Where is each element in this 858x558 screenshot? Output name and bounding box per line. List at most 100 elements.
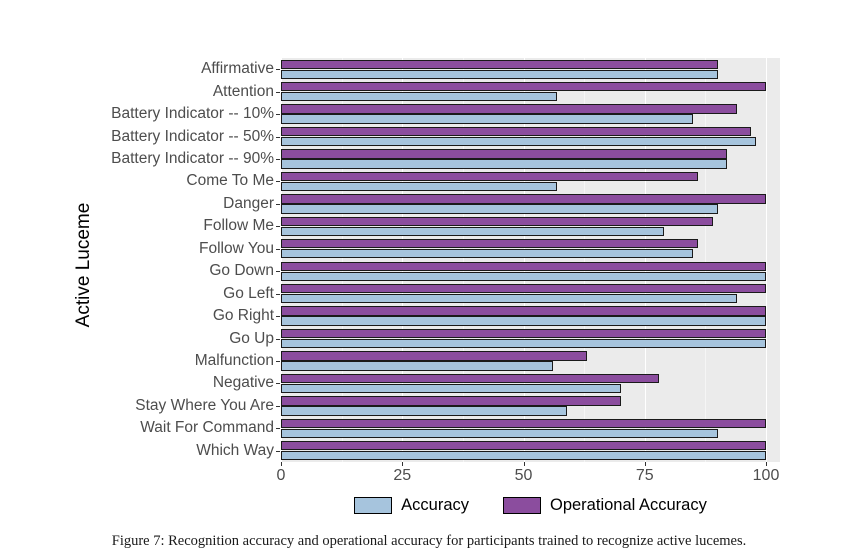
y-tick-label: Which Way [196,441,274,459]
bar-operational-accuracy [281,396,621,406]
legend-item: Accuracy [354,496,469,515]
y-tick-mark [276,203,280,205]
y-tick-label: Stay Where You Are [135,396,274,414]
bar-group [281,148,780,170]
x-tick-mark [523,462,525,466]
y-tick-mark [276,248,280,250]
bar-operational-accuracy [281,149,728,159]
bar-group [281,350,780,372]
bar-operational-accuracy [281,239,699,249]
y-tick-label: Go Up [229,329,274,347]
bar-accuracy [281,226,665,237]
bar-operational-accuracy [281,126,752,137]
y-tick-label: Follow Me [203,217,274,235]
bar-group [281,80,780,102]
bar-group [281,305,780,327]
y-tick-label: Battery Indicator -- 90% [111,150,274,167]
x-tick-label: 0 [276,467,286,484]
bar-accuracy [281,428,718,439]
y-tick-label: Go Right [212,307,274,325]
bar-operational-accuracy [281,441,766,451]
x-tick-label: 100 [752,467,780,484]
bar-group [281,372,780,394]
bar-accuracy [281,114,694,124]
figure-caption: Figure 7: Recognition accuracy and opera… [111,533,747,549]
y-tick-mark [276,181,280,183]
chart-legend: Accuracy Operational Accuracy [281,492,780,518]
y-tick-label: Battery Indicator -- 50% [111,127,274,145]
y-tick-label: Malfunction [194,352,274,369]
y-tick-mark [276,271,280,273]
bar-accuracy [281,361,553,371]
bar-accuracy [281,181,558,192]
y-tick-mark [276,91,280,93]
bar-group [281,193,780,215]
bar-operational-accuracy [281,306,766,316]
bar-group [281,215,780,237]
bar-accuracy [281,69,718,79]
bar-group [281,327,780,349]
y-tick-mark [276,361,280,362]
y-tick-mark [276,450,280,452]
figure-container: Active Luceme Affirmative Attention Batter… [0,0,858,558]
bar-group [281,440,780,462]
bar-accuracy [281,293,737,304]
bar-operational-accuracy [281,351,587,361]
y-tick-mark [276,405,280,407]
bar-operational-accuracy [281,81,766,92]
y-tick-mark [276,226,280,228]
y-tick-label: Battery Indicator -- 10% [111,105,274,123]
bar-group [281,58,780,80]
bar-accuracy [281,204,718,214]
y-axis-tick-labels: Affirmative Attention Battery Indicator --… [0,58,280,462]
bar-group [281,125,780,147]
bar-operational-accuracy [281,171,699,182]
bar-group [281,417,780,439]
bar-accuracy [281,136,757,147]
y-tick-mark [276,316,280,318]
y-tick-label: Negative [212,374,274,392]
y-tick-label: Wait For Command [140,419,274,437]
bar-group [281,170,780,192]
y-tick-mark [276,136,280,138]
bar-operational-accuracy [281,373,660,384]
y-tick-label: Follow You [199,239,274,257]
x-tick-label: 25 [393,467,412,484]
y-tick-mark [276,69,280,71]
bar-group [281,103,780,125]
bar-accuracy [281,383,621,394]
y-tick-label: Affirmative [201,60,274,78]
y-tick-label: Attention [212,82,274,100]
bar-accuracy [281,271,766,281]
bar-operational-accuracy [281,328,766,339]
x-tick-label: 75 [635,467,654,484]
x-tick-mark [766,462,767,466]
bar-group [281,260,780,282]
legend-label: Operational Accuracy [550,495,707,514]
bar-accuracy [281,406,568,416]
bar-operational-accuracy [281,261,766,271]
y-tick-mark [276,338,280,340]
y-tick-label: Go Down [209,262,274,280]
x-tick-mark [281,462,282,466]
y-tick-mark [276,293,280,295]
bar-accuracy [281,249,694,259]
bar-group [281,282,780,304]
bar-group [281,395,780,417]
bar-operational-accuracy [281,418,766,429]
bar-group [281,238,780,260]
legend-item: Operational Accuracy [503,496,707,515]
bar-accuracy [281,451,766,461]
legend-color-swatch [503,496,541,514]
x-tick-mark [644,462,646,466]
y-tick-label: Go Left [223,284,274,302]
bar-operational-accuracy [281,216,713,227]
y-tick-mark [276,428,280,430]
y-tick-label: Come To Me [186,172,274,190]
bar-operational-accuracy [281,194,766,204]
bar-accuracy [281,159,728,169]
x-axis: 0 25 50 75 100 [277,462,780,488]
y-tick-mark [276,114,280,116]
legend-label: Accuracy [401,495,469,514]
x-tick-mark [402,462,404,466]
